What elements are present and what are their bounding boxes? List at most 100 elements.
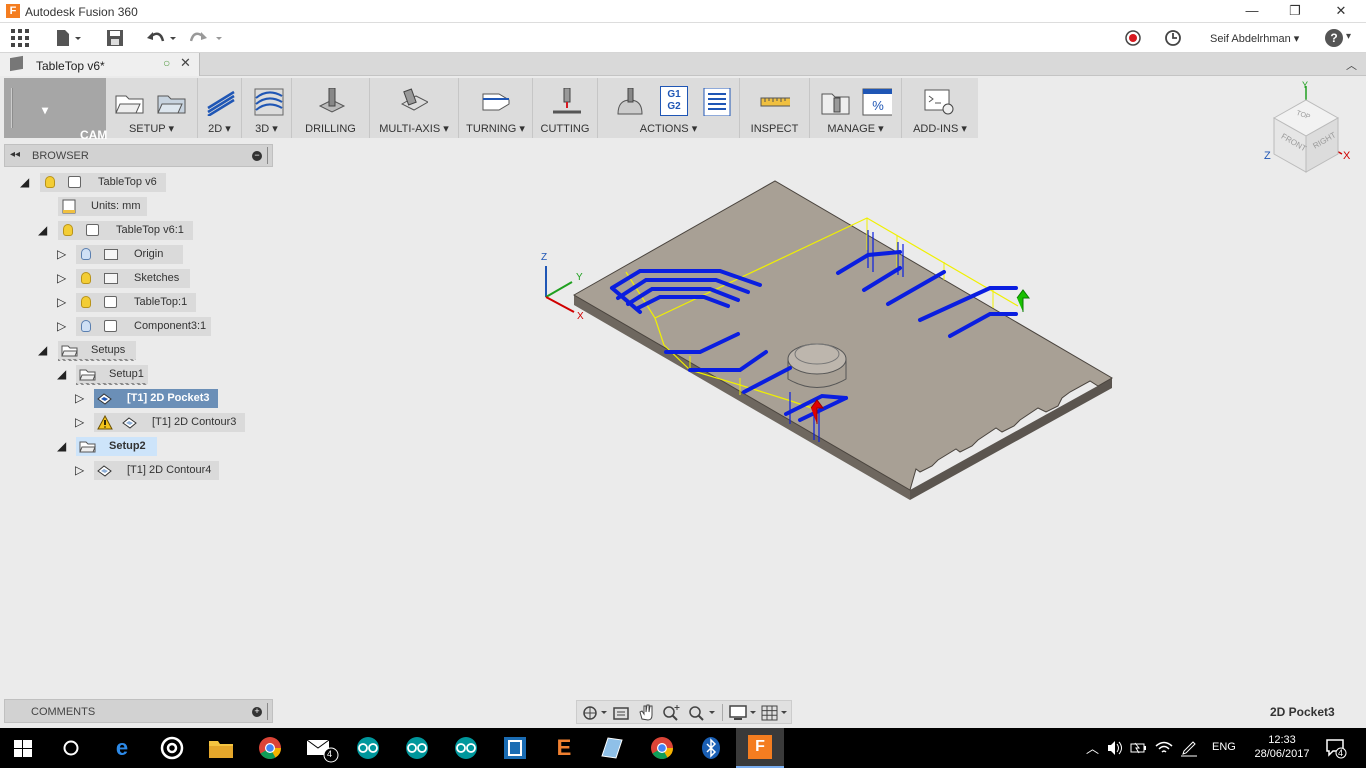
expand-toggle-icon[interactable]: ▷ — [57, 271, 66, 285]
chrome-icon[interactable] — [650, 736, 674, 760]
undo-icon[interactable] — [146, 29, 178, 47]
tree-item-origin[interactable]: Origin — [76, 245, 183, 264]
input-language[interactable]: ENG — [1212, 741, 1236, 753]
manage-group[interactable]: % MANAGE ▾ — [810, 78, 902, 138]
file-menu-icon[interactable] — [55, 29, 83, 47]
expand-toggle-icon[interactable]: ▷ — [57, 319, 66, 333]
expand-toggle-icon[interactable]: ◢ — [57, 367, 66, 381]
setup-group[interactable]: SETUP ▾ — [106, 78, 198, 138]
wifi-icon[interactable] — [1155, 740, 1173, 756]
minimize-button[interactable]: — — [1240, 3, 1264, 19]
battery-icon[interactable] — [1130, 741, 1148, 755]
fusion-taskbar-button[interactable]: F — [736, 728, 784, 768]
processing-app-icon[interactable] — [503, 736, 527, 760]
comments-panel[interactable]: COMMENTS + — [4, 699, 273, 723]
tray-overflow-chevron-icon[interactable]: ︿ — [1086, 738, 1099, 757]
pen-ink-icon[interactable] — [1180, 739, 1198, 757]
tree-item-setup1[interactable]: Setup1 — [76, 365, 148, 384]
expand-toggle-icon[interactable]: ▷ — [57, 247, 66, 261]
display-settings-icon[interactable] — [728, 703, 758, 722]
workspace-label: CAM — [80, 128, 108, 142]
model-viewport[interactable] — [530, 175, 1130, 510]
visibility-bulb-icon[interactable] — [81, 272, 91, 284]
close-tab-icon[interactable]: ✕ — [180, 55, 191, 71]
cortana-search-icon[interactable] — [62, 739, 80, 757]
browser-header[interactable]: ◂◂ BROWSER − — [4, 144, 273, 167]
tree-item-units[interactable]: Units: mm — [58, 197, 147, 216]
3d-group[interactable]: 3D ▾ — [242, 78, 292, 138]
expand-toggle-icon[interactable]: ◢ — [38, 343, 47, 357]
groove-music-icon[interactable] — [160, 736, 184, 760]
expand-toggle-icon[interactable]: ◢ — [20, 175, 29, 189]
bluetooth-app-icon[interactable] — [701, 736, 721, 760]
tree-item-label: TableTop v6:1 — [116, 224, 184, 236]
browser-options-icon[interactable]: − — [252, 151, 262, 161]
arduino-ide-icon[interactable] — [453, 736, 479, 760]
visibility-bulb-icon[interactable] — [81, 248, 91, 260]
file-explorer-icon[interactable] — [208, 737, 234, 759]
workspace-switcher[interactable]: CAM ▾ — [4, 78, 107, 142]
cutting-group[interactable]: CUTTING — [533, 78, 598, 138]
inspect-group[interactable]: INSPECT — [740, 78, 810, 138]
visibility-bulb-icon[interactable] — [81, 320, 91, 332]
grid-settings-icon[interactable] — [760, 703, 790, 722]
drilling-group[interactable]: DRILLING — [292, 78, 370, 138]
arduino-ide-icon[interactable] — [355, 736, 381, 760]
expand-toggle-icon[interactable]: ◢ — [38, 223, 47, 237]
fit-zoom-icon[interactable] — [687, 703, 717, 722]
actions-group[interactable]: G1 G2 ACTIONS ▾ — [598, 78, 740, 138]
eagle-icon[interactable]: E — [552, 736, 576, 760]
multi-axis-group[interactable]: MULTI-AXIS ▾ — [370, 78, 459, 138]
expand-toggle-icon[interactable]: ▷ — [57, 295, 66, 309]
redo-icon[interactable] — [190, 29, 224, 47]
data-panel-grid-icon[interactable] — [11, 29, 29, 47]
close-button[interactable]: ✕ — [1329, 3, 1353, 19]
new-setup-icon — [115, 95, 144, 114]
record-icon[interactable] — [1124, 29, 1142, 47]
tab-overflow-chevron-icon[interactable]: ︿ — [1346, 57, 1357, 73]
volume-icon[interactable] — [1106, 740, 1124, 756]
help-dropdown-icon[interactable]: ▾ — [1346, 31, 1351, 42]
tree-item-root[interactable]: TableTop v6 — [40, 173, 166, 192]
look-at-icon[interactable] — [612, 704, 630, 721]
visibility-bulb-icon[interactable] — [81, 296, 91, 308]
tree-item-tabletop-body[interactable]: TableTop:1 — [76, 293, 196, 312]
add-comment-icon[interactable]: + — [252, 707, 262, 717]
tree-item-pocket3-selected[interactable]: [T1] 2D Pocket3 — [94, 389, 218, 408]
tree-item-contour3[interactable]: [T1] 2D Contour3 — [94, 413, 245, 432]
zoom-icon[interactable] — [661, 703, 681, 722]
turning-group[interactable]: TURNING ▾ — [459, 78, 533, 138]
clock[interactable]: 12:33 28/06/2017 — [1252, 733, 1312, 761]
tree-item-contour4[interactable]: [T1] 2D Contour4 — [94, 461, 219, 480]
collapse-browser-icon[interactable]: ◂◂ — [10, 149, 20, 160]
chrome-icon[interactable] — [258, 736, 282, 760]
restore-button[interactable]: ❐ — [1283, 3, 1307, 19]
edge-browser-icon[interactable]: e — [110, 736, 134, 760]
expand-toggle-icon[interactable]: ▷ — [75, 391, 84, 405]
visibility-bulb-icon[interactable] — [45, 176, 55, 188]
expand-toggle-icon[interactable]: ◢ — [57, 439, 66, 453]
tree-item-component3[interactable]: Component3:1 — [76, 317, 211, 336]
sketchup-icon[interactable] — [600, 736, 624, 760]
visibility-bulb-icon[interactable] — [63, 224, 73, 236]
save-icon[interactable] — [106, 29, 124, 47]
expand-toggle-icon[interactable]: ▷ — [75, 463, 84, 477]
tree-item-setups[interactable]: Setups — [58, 341, 136, 360]
job-status-clock-icon[interactable] — [1164, 29, 1182, 47]
tree-item-occurrence[interactable]: TableTop v6:1 — [58, 221, 193, 240]
help-icon[interactable]: ? — [1325, 29, 1343, 47]
action-center-icon[interactable] — [1325, 738, 1347, 760]
tree-item-setup2[interactable]: Setup2 — [76, 437, 157, 456]
mail-icon[interactable] — [306, 736, 340, 764]
pan-hand-icon[interactable] — [637, 703, 655, 722]
2d-group[interactable]: 2D ▾ — [198, 78, 242, 138]
expand-toggle-icon[interactable]: ▷ — [75, 415, 84, 429]
windows-start-icon[interactable] — [14, 740, 32, 757]
tree-item-sketches[interactable]: Sketches — [76, 269, 190, 288]
user-account-menu[interactable]: Seif Abdelrhman ▾ — [1210, 32, 1299, 45]
orbit-icon[interactable] — [581, 704, 609, 721]
add-ins-group[interactable]: ADD-INS ▾ — [902, 78, 978, 138]
view-cube[interactable] — [1262, 82, 1356, 178]
document-tab[interactable]: TableTop v6* ○ ✕ — [0, 53, 200, 76]
arduino-ide-icon[interactable] — [404, 736, 430, 760]
